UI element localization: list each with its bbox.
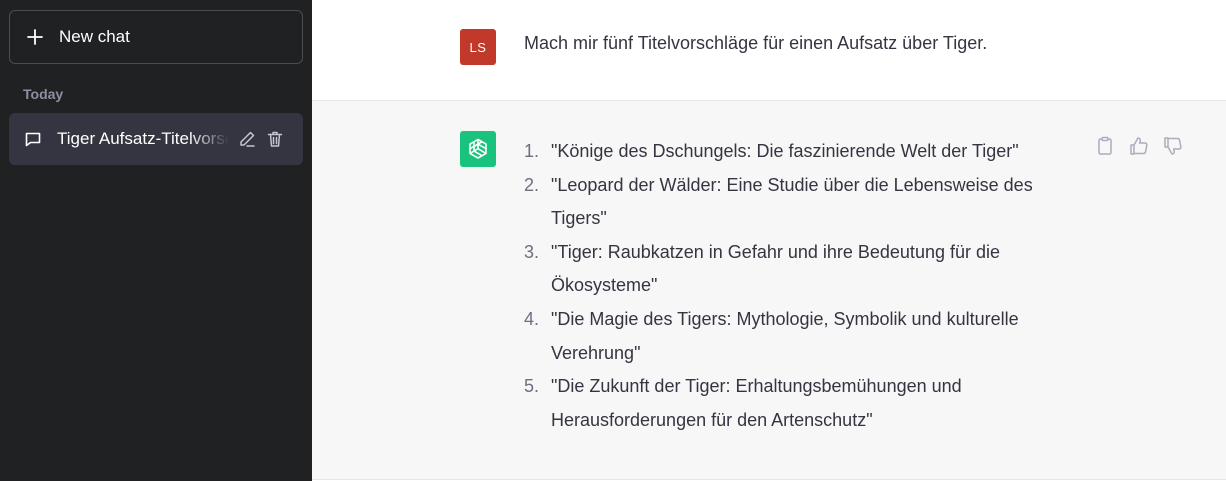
list-item: 3. "Tiger: Raubkatzen in Gefahr und ihre … — [524, 236, 1072, 303]
list-number: 1. — [524, 141, 540, 161]
user-message-row: LS Mach mir fünf Titelvorschläge für ein… — [312, 0, 1226, 101]
list-number: 5. — [524, 376, 540, 397]
trash-icon[interactable] — [265, 129, 285, 149]
openai-logo-icon — [460, 131, 496, 167]
list-number: 4. — [524, 308, 540, 329]
chat-title: Tiger Aufsatz-Titelvorschläge — [57, 129, 229, 149]
edit-icon[interactable] — [237, 129, 257, 149]
section-label-today: Today — [23, 86, 64, 102]
new-chat-button[interactable]: New chat — [9, 10, 303, 64]
thumbs-down-icon[interactable] — [1162, 135, 1184, 157]
sidebar: New chat Today Tiger Aufsatz-Titelvorsch… — [0, 0, 312, 481]
list-item: 4. "Die Magie des Tigers: Mythologie, Sym… — [524, 303, 1072, 370]
list-item: 2. "Leopard der Wälder: Eine Studie über … — [524, 169, 1072, 236]
message-actions — [1094, 135, 1184, 157]
clipboard-icon[interactable] — [1094, 135, 1116, 157]
list-text: "Die Magie des Tigers: Mythologie, Symbo… — [551, 308, 1019, 363]
list-number: 2. — [524, 174, 540, 195]
user-avatar: LS — [460, 29, 496, 65]
list-item: 1. "Könige des Dschungels: Die fasziniere… — [524, 135, 1072, 169]
list-item: 5. "Die Zukunft der Tiger: Erhaltungsbemü… — [524, 370, 1072, 437]
list-text: "Die Zukunft der Tiger: Erhaltungsbemühu… — [551, 376, 962, 430]
sidebar-chat-item[interactable]: Tiger Aufsatz-Titelvorschläge — [9, 113, 303, 165]
assistant-list: 1. "Könige des Dschungels: Die fasziniere… — [524, 135, 1072, 437]
list-text: "Könige des Dschungels: Die faszinierend… — [551, 141, 1019, 161]
list-number: 3. — [524, 241, 540, 262]
assistant-message-row: 1. "Könige des Dschungels: Die fasziniere… — [312, 101, 1226, 480]
user-message-text: Mach mir fünf Titelvorschläge für einen … — [524, 33, 988, 53]
list-text: "Leopard der Wälder: Eine Studie über di… — [551, 174, 1033, 229]
new-chat-label: New chat — [59, 27, 130, 46]
plus-icon — [27, 29, 43, 45]
list-text: "Tiger: Raubkatzen in Gefahr und ihre Be… — [551, 241, 1000, 296]
thumbs-up-icon[interactable] — [1128, 135, 1150, 157]
chat-bubble-icon — [25, 132, 41, 147]
